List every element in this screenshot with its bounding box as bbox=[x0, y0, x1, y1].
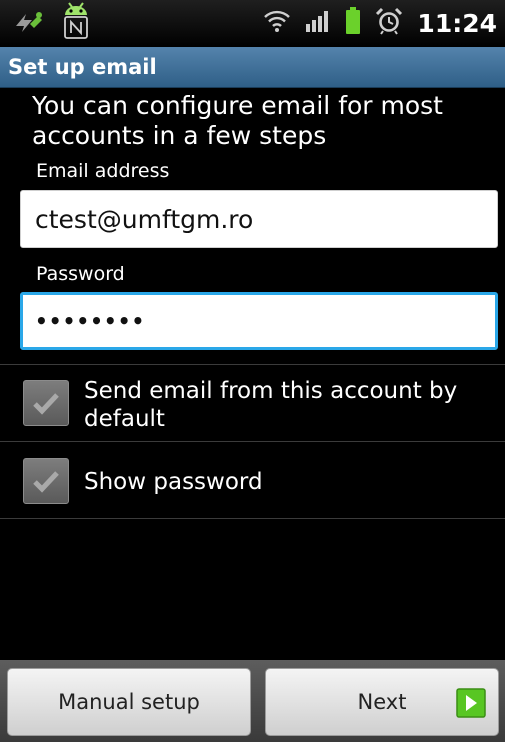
email-value: ctest@umftgm.ro bbox=[35, 204, 254, 234]
manual-setup-label: Manual setup bbox=[58, 690, 200, 714]
wifi-icon bbox=[263, 8, 291, 38]
manual-setup-button[interactable]: Manual setup bbox=[7, 668, 251, 736]
android-notification-icon bbox=[62, 2, 90, 44]
usb-debug-icon bbox=[12, 6, 46, 40]
email-field[interactable]: ctest@umftgm.ro bbox=[20, 190, 498, 248]
page-title: Set up email bbox=[8, 55, 157, 79]
password-label: Password bbox=[36, 263, 125, 285]
show-password-row[interactable]: Show password bbox=[0, 442, 505, 518]
default-account-label: Send email from this account by default bbox=[84, 378, 458, 432]
status-time: 11:24 bbox=[417, 8, 497, 38]
next-arrow-icon bbox=[456, 688, 486, 718]
checkmark-icon bbox=[33, 393, 59, 415]
next-label: Next bbox=[357, 690, 407, 714]
password-value: •••••••• bbox=[35, 309, 146, 333]
status-left-icons bbox=[12, 2, 90, 44]
intro-text: You can configure email for most account… bbox=[32, 91, 443, 150]
battery-icon bbox=[345, 7, 361, 39]
divider bbox=[0, 518, 505, 519]
status-bar: 11:24 bbox=[0, 0, 505, 47]
next-button[interactable]: Next bbox=[265, 668, 499, 736]
bottom-button-bar: Manual setup Next bbox=[0, 660, 505, 742]
signal-icon bbox=[305, 9, 331, 37]
default-account-row[interactable]: Send email from this account by default bbox=[0, 365, 505, 441]
default-account-checkbox[interactable] bbox=[23, 380, 69, 426]
alarm-icon bbox=[375, 7, 403, 39]
email-setup-screen: 11:24 Set up email You can configure ema… bbox=[0, 0, 505, 742]
title-bar: Set up email bbox=[0, 47, 505, 88]
show-password-label: Show password bbox=[84, 469, 263, 495]
email-label: Email address bbox=[36, 160, 170, 182]
status-right-icons: 11:24 bbox=[263, 3, 497, 43]
show-password-checkbox[interactable] bbox=[23, 458, 69, 504]
checkmark-icon bbox=[33, 471, 59, 493]
password-field[interactable]: •••••••• bbox=[20, 292, 498, 350]
